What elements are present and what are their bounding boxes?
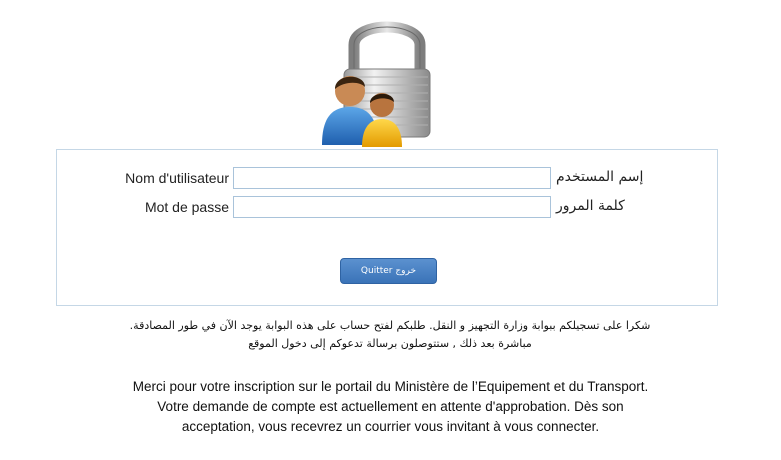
message-arabic: شكرا على تسجيلكم ببوابة وزارة التجهيز و … [40,317,740,353]
username-input[interactable] [233,167,551,189]
message-arabic-line: شكرا على تسجيلكم ببوابة وزارة التجهيز و … [129,319,651,332]
message-french-line: Votre demande de compte est actuellement… [157,399,624,414]
quit-button[interactable]: Quitter خروج [340,258,437,284]
username-label-fr: Nom d'utilisateur [125,170,229,186]
password-label-fr: Mot de passe [144,199,229,215]
password-row: Mot de passe كلمة المرور [57,196,717,220]
username-row: Nom d'utilisateur إسم المستخدم [57,167,717,191]
username-label-ar: إسم المستخدم [556,169,644,185]
padlock-users-icon [314,7,460,149]
password-input[interactable] [233,196,551,218]
login-form: Nom d'utilisateur إسم المستخدم Mot de pa… [56,149,718,306]
message-french-line: acceptation, vous recevrez un courrier v… [181,419,600,434]
password-label-ar: كلمة المرور [556,198,625,214]
message-arabic-line: مباشرة بعد ذلك , ستتوصلون برسالة تدعوكم … [248,337,532,350]
page: Nom d'utilisateur إسم المستخدم Mot de pa… [0,0,781,460]
message-french-line: Merci pour votre inscription sur le port… [132,379,649,394]
message-french: Merci pour votre inscription sur le port… [20,377,761,437]
